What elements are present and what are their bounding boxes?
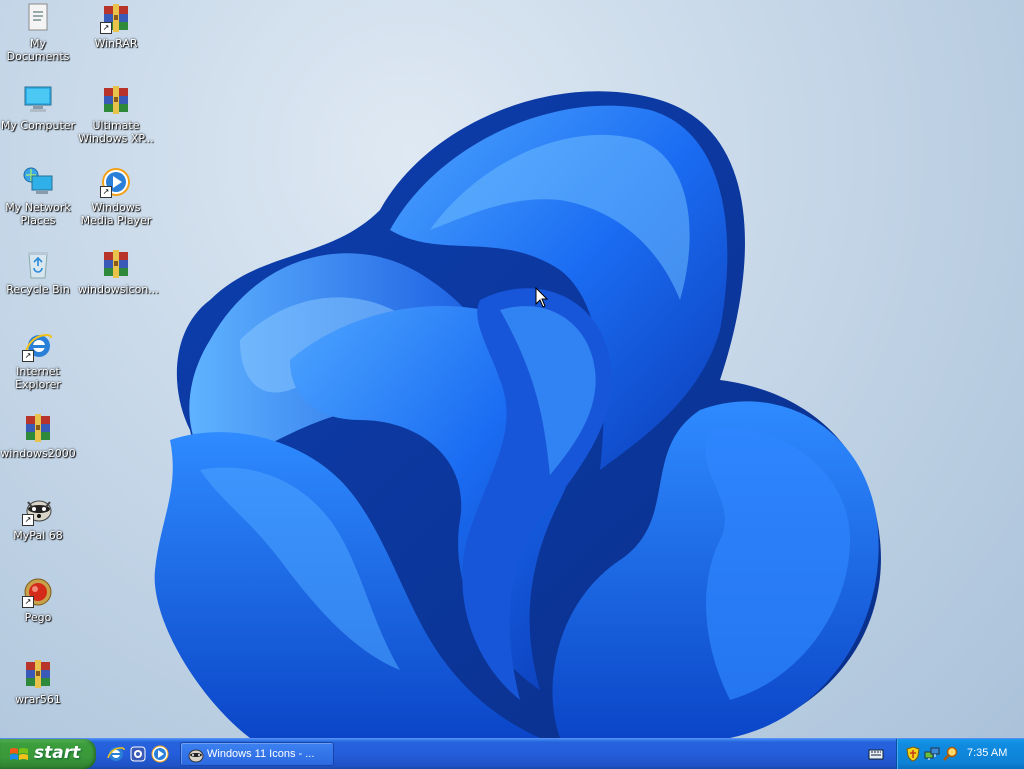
- internet-explorer-icon[interactable]: [106, 744, 126, 764]
- winrar-archive-icon: [22, 658, 54, 690]
- desktop-icon-windowsicon[interactable]: windowsicon...: [78, 248, 159, 296]
- desktop-icon-pego[interactable]: ↗ Pego: [0, 576, 76, 624]
- mypal-icon: ↗: [22, 494, 54, 526]
- winrar-archive-icon: [22, 412, 54, 444]
- shortcut-arrow-icon: ↗: [22, 596, 34, 608]
- desktop-icon-recycle-bin[interactable]: Recycle Bin: [0, 248, 76, 296]
- pego-icon: ↗: [22, 576, 54, 608]
- winrar-icon: ↗: [100, 2, 132, 34]
- my-computer-icon: [22, 84, 54, 116]
- shortcut-arrow-icon: ↗: [22, 514, 34, 526]
- keyboard-icon[interactable]: [868, 747, 884, 761]
- desktop-icon-winrar[interactable]: ↗ WinRAR: [78, 2, 154, 50]
- windows-flag-icon: [10, 748, 28, 760]
- desktop-icon-label: MyPal 68: [13, 529, 63, 542]
- desktop-icon-my-network-places[interactable]: My Network Places: [0, 166, 76, 227]
- media-player-icon[interactable]: [150, 744, 170, 764]
- shortcut-arrow-icon: ↗: [100, 22, 112, 34]
- desktop-icon-label: Pego: [24, 611, 52, 624]
- shortcut-arrow-icon: ↗: [100, 186, 112, 198]
- internet-explorer-icon: ↗: [22, 330, 54, 362]
- desktop-icon-label: My Computer: [0, 119, 76, 132]
- network-places-icon: [22, 166, 54, 198]
- desktop-icon-label: windows2000: [0, 447, 76, 460]
- desktop[interactable]: My Documents My Computer My Network Plac…: [0, 0, 1024, 738]
- desktop-icon-my-documents[interactable]: My Documents: [0, 2, 76, 63]
- network-icon[interactable]: [924, 746, 940, 762]
- winrar-archive-icon: [100, 84, 132, 116]
- desktop-icon-label: wrar561: [15, 693, 61, 706]
- shortcut-arrow-icon: ↗: [22, 350, 34, 362]
- media-center-icon[interactable]: [128, 744, 148, 764]
- desktop-icon-label: WinRAR: [94, 37, 138, 50]
- desktop-icon-label: Internet Explorer: [15, 365, 61, 391]
- my-documents-icon: [22, 2, 54, 34]
- system-tray: 7:35 AM: [896, 739, 1024, 769]
- security-shield-icon[interactable]: [905, 746, 921, 762]
- clock[interactable]: 7:35 AM: [967, 747, 1007, 759]
- mouse-cursor-icon: [535, 287, 549, 308]
- desktop-icon-label: Ultimate Windows XP...: [78, 119, 154, 145]
- desktop-icon-label: My Documents: [6, 37, 70, 63]
- taskbar: start Windows 11 Icons - ... 7:35 AM: [0, 738, 1024, 769]
- desktop-icon-mypal[interactable]: ↗ MyPal 68: [0, 494, 76, 542]
- taskbar-button-windows-11-icons[interactable]: Windows 11 Icons - ...: [180, 742, 334, 766]
- desktop-icon-windows-media-player[interactable]: ↗ Windows Media Player: [78, 166, 154, 227]
- desktop-icon-label: Windows Media Player: [80, 201, 152, 227]
- media-player-icon: ↗: [100, 166, 132, 198]
- desktop-icon-label: My Network Places: [5, 201, 71, 227]
- desktop-icon-label: Recycle Bin: [6, 283, 70, 296]
- desktop-icon-wrar561[interactable]: wrar561: [0, 658, 76, 706]
- search-icon[interactable]: [943, 746, 959, 762]
- mypal-icon: [188, 749, 204, 763]
- desktop-icon-windows2000[interactable]: windows2000: [0, 412, 76, 460]
- desktop-icon-internet-explorer[interactable]: ↗ Internet Explorer: [0, 330, 76, 391]
- desktop-icon-ultimate-windows-xp[interactable]: Ultimate Windows XP...: [78, 84, 154, 145]
- recycle-bin-icon: [22, 248, 54, 280]
- start-label: start: [34, 743, 81, 763]
- winrar-archive-icon: [100, 248, 132, 280]
- start-button[interactable]: start: [0, 739, 96, 769]
- desktop-icon-label: windowsicon...: [78, 283, 159, 296]
- desktop-icon-my-computer[interactable]: My Computer: [0, 84, 76, 132]
- taskbar-button-label: Windows 11 Icons - ...: [207, 748, 315, 760]
